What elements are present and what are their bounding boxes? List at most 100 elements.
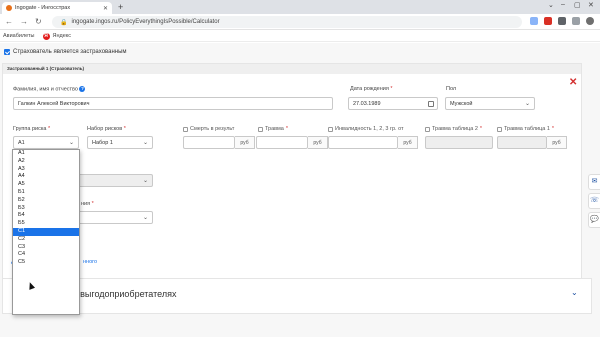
risk-trauma-table1-unit: руб [547,136,567,149]
back-icon[interactable]: ← [5,17,13,26]
risk-trauma-table2-checkbox[interactable]: Травма таблица 2 * [425,126,482,132]
gender-select[interactable]: Мужской ⌄ [445,97,535,110]
dropdown-option-highlighted[interactable]: С1 [13,227,79,236]
dropdown-option[interactable]: А3 [13,166,79,174]
close-window-icon[interactable]: ✕ [588,1,594,9]
chevron-down-icon[interactable]: ⌄ [571,288,578,297]
risk-group-label-wrap: Группа риска * [13,126,51,132]
add-insured-link-end[interactable]: нного [83,259,97,265]
profile-avatar-icon[interactable] [586,17,594,25]
lock-icon: 🔒 [60,19,68,26]
dropdown-option[interactable]: Б2 [13,197,79,205]
minimize-icon[interactable]: – [561,1,565,8]
risk-group-label: Группа риска [13,126,47,132]
address-bar[interactable]: 🔒 ingogate.ingos.ru/PolicyEverythingIsPo… [52,16,522,28]
dropdown-option[interactable]: С2 [13,236,79,244]
chevron-down-icon: ⌄ [142,140,148,146]
bookmark-aviabilety[interactable]: Авиабилеты [3,33,35,39]
close-tab-icon[interactable]: ✕ [103,5,108,12]
hidden-label-suffix: ния [81,201,91,207]
chevron-down-icon[interactable]: ⌄ [548,1,554,9]
browser-toolbar: ← → ↻ 🔒 ingogate.ingos.ru/PolicyEverythi… [0,14,600,30]
full-name-field[interactable]: Галкин Алексей Викторович [13,97,333,110]
hidden-select[interactable]: ⌄ [73,211,153,224]
risk-set-select[interactable]: Набор 1 ⌄ [87,136,153,149]
chevron-down-icon: ⌄ [524,101,530,107]
insured-card: Застрахованный 1 (Страхователь) ✕ Фамили… [2,63,582,287]
sidebar-icon[interactable] [572,17,580,25]
risk-trauma-unit: руб [308,136,328,149]
forward-icon[interactable]: → [20,17,28,26]
bookmark-yandex[interactable]: Я Яндекс [42,32,72,40]
hidden-label-wrap: ния * [81,201,94,207]
risk-disability-sum-input[interactable] [328,136,398,149]
risk-trauma-table2-label: Травма таблица 2 [432,126,478,132]
chevron-down-icon: ⌄ [68,140,74,146]
new-tab-icon[interactable]: + [118,2,123,12]
risk-trauma-table1-sum-input [497,136,547,149]
site-favicon-icon [6,5,12,11]
birth-date-value: 27.03.1989 [353,100,381,107]
checkbox-icon[interactable] [425,126,430,132]
checkbox-checked-icon[interactable] [4,49,10,55]
checkbox-icon[interactable] [328,126,333,132]
phone-icon[interactable]: ☏ [588,193,600,209]
calendar-icon[interactable] [428,101,434,107]
bookmarks-bar: Авиабилеты Я Яндекс [0,31,600,42]
birth-date-label-wrap: Дата рождения * [350,86,393,92]
risk-trauma-table1-label: Травма таблица 1 [504,126,550,132]
dropdown-option[interactable]: А5 [13,181,79,189]
browser-tab[interactable]: Ingogate - Ингосстрах ✕ [2,2,112,14]
risk-death-checkbox[interactable]: Смерть в результ [183,126,234,132]
gender-label: Пол [446,86,457,92]
risk-trauma-table1-checkbox[interactable]: Травма таблица 1 * [497,126,554,132]
risk-disability-checkbox[interactable]: Инвалидность 1, 2, 3 гр. от [328,126,404,132]
risk-trauma-sum-input[interactable] [256,136,308,149]
extension-icon[interactable] [544,17,552,25]
dropdown-option[interactable]: Б3 [13,205,79,213]
dropdown-option[interactable]: С4 [13,251,79,259]
risk-death-unit: руб [235,136,255,149]
dropdown-option[interactable]: А4 [13,173,79,181]
risk-disability-label: Инвалидность 1, 2, 3 гр. от [335,126,404,132]
tab-title: Ingogate - Ингосстрах [15,5,71,11]
dropdown-option[interactable]: Б1 [13,189,79,197]
birth-date-label: Дата рождения [350,86,389,92]
insurer-is-insured-checkbox[interactable]: Страхователь является застрахованным [4,49,127,55]
risk-trauma-table2-sum-input [425,136,493,149]
insurer-is-insured-label: Страхователь является застрахованным [13,49,127,55]
hidden-select-disabled: ⌄ [73,174,153,187]
dropdown-option[interactable]: А1 [13,150,79,158]
dropdown-option[interactable]: С3 [13,244,79,252]
puzzle-icon[interactable] [558,17,566,25]
full-name-label: Фамилия, имя и отчество [13,86,78,93]
risk-group-dropdown-list[interactable]: А1 А2 А3 А4 А5 Б1 Б2 Б3 Б4 Б5 С1 С2 С3 С… [12,149,80,315]
dropdown-option[interactable]: Б4 [13,212,79,220]
page-content: Страхователь является застрахованным Зас… [0,43,600,337]
bookmark-label: Яндекс [52,33,72,39]
risk-death-sum-input[interactable] [183,136,235,149]
remove-insured-icon[interactable]: ✕ [569,78,577,88]
mail-icon[interactable]: ✉ [588,174,600,190]
checkbox-icon[interactable] [258,126,263,132]
risk-group-value: А1 [18,139,25,146]
address-url: ingogate.ingos.ru/PolicyEverythingIsPoss… [71,19,220,25]
risk-set-label-wrap: Набор рисков * [87,126,126,132]
checkbox-icon[interactable] [183,126,188,132]
dropdown-option[interactable]: Б5 [13,220,79,228]
full-name-value: Галкин Алексей Викторович [18,100,90,107]
chat-icon[interactable]: 💬 [588,212,600,228]
checkbox-icon[interactable] [497,126,502,132]
info-icon[interactable]: ? [79,86,86,92]
risk-group-select[interactable]: А1 ⌄ [13,136,79,149]
reload-icon[interactable]: ↻ [35,17,42,26]
dropdown-option[interactable]: С5 [13,259,79,267]
risk-trauma-checkbox[interactable]: Травма * [258,126,288,132]
risk-disability-unit: руб [398,136,418,149]
maximize-icon[interactable]: ▢ [574,1,581,9]
birth-date-field[interactable]: 27.03.1989 [348,97,438,110]
beneficiaries-section[interactable]: Информация о выгодоприобретателях ⌄ [2,278,592,314]
share-icon[interactable] [530,17,538,25]
dropdown-option[interactable]: А2 [13,158,79,166]
chevron-down-icon: ⌄ [142,178,148,184]
